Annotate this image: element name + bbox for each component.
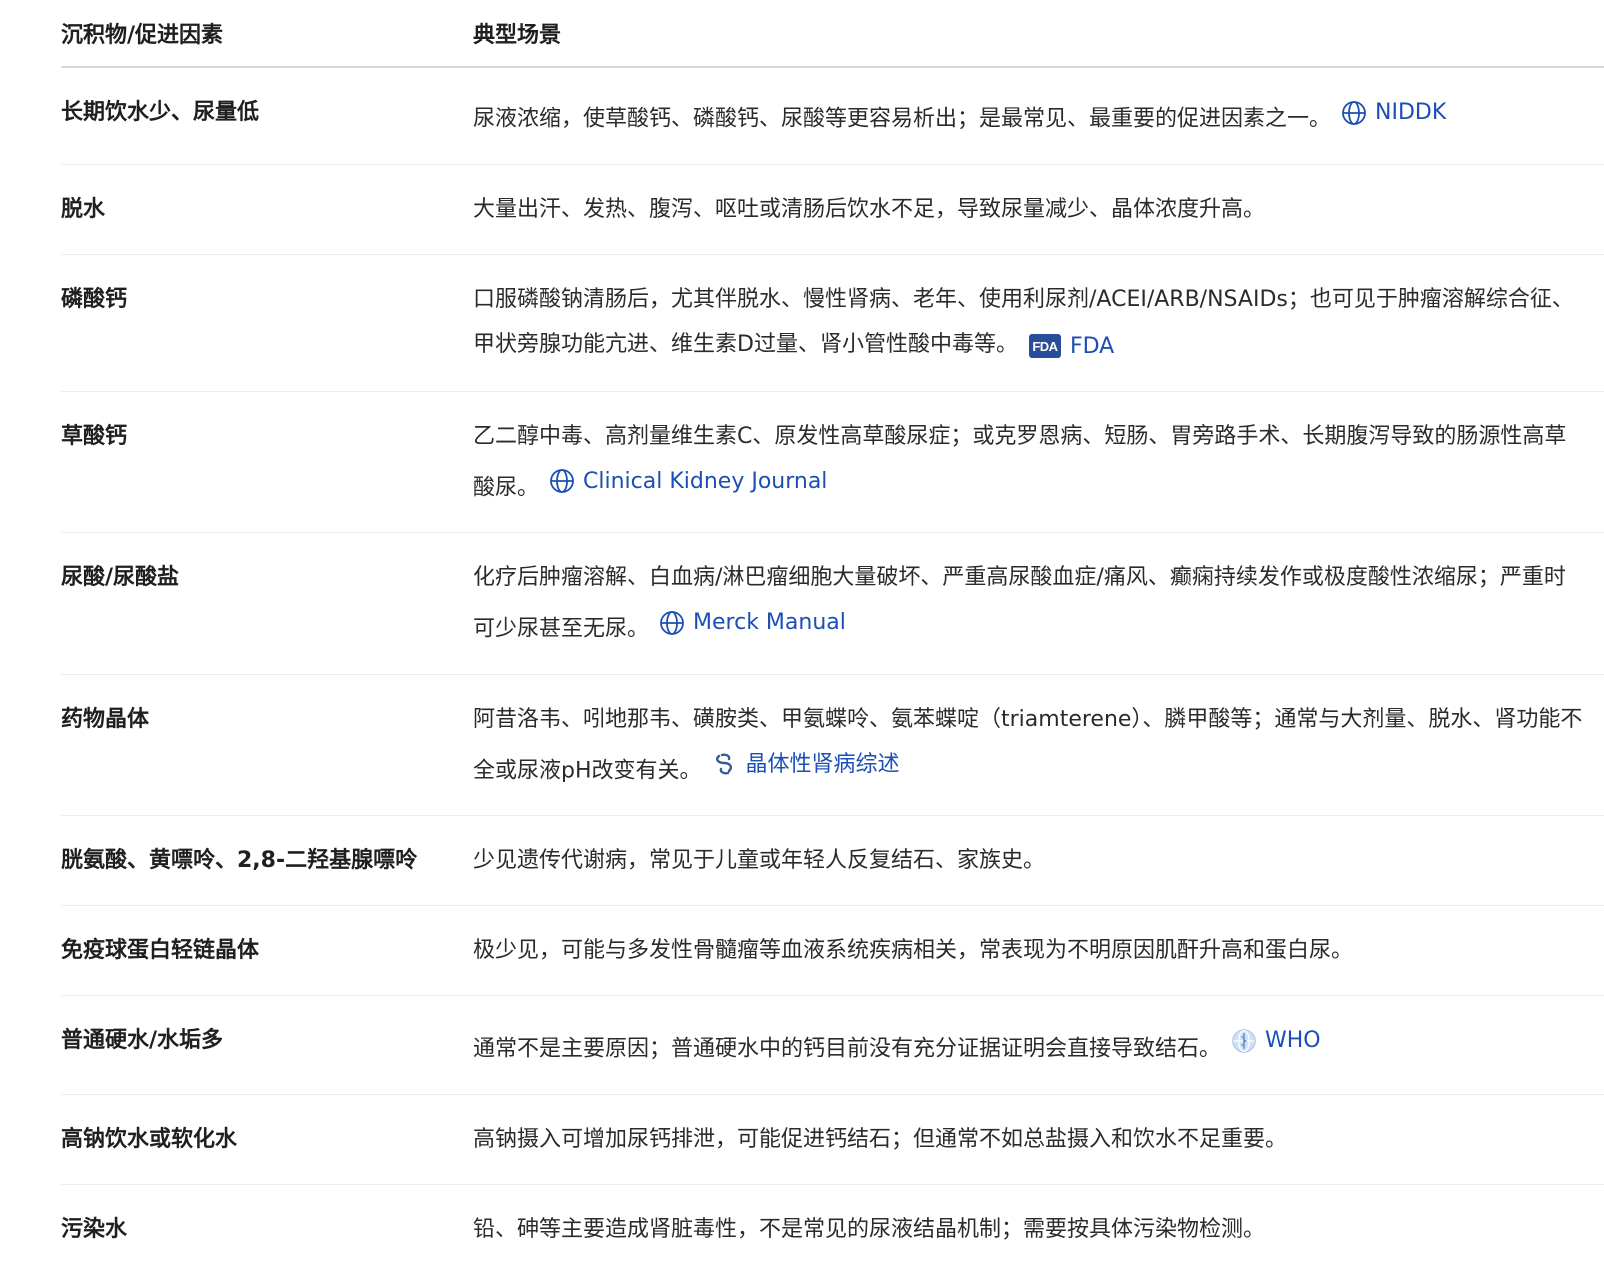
table-row: 尿酸/尿酸盐 化疗后肿瘤溶解、白血病/淋巴瘤细胞大量破坏、严重高尿酸血症/痛风、癫…	[61, 532, 1604, 675]
header-scene: 典型场景	[473, 0, 1604, 68]
fda-badge: FDA	[1028, 334, 1061, 358]
row-factor: 胱氨酸、黄嘌呤、2,8-二羟基腺嘌呤	[61, 815, 473, 906]
row-scene-cell: 化疗后肿瘤溶解、白血病/淋巴瘤细胞大量破坏、严重高尿酸血症/痛风、癫痫持续发作或…	[473, 532, 1604, 675]
row-scene: 尿液浓缩，使草酸钙、磷酸钙、尿酸等更容易析出；是最常见、最重要的促进因素之一。	[473, 106, 1332, 132]
table-row: 长期饮水少、尿量低 尿液浓缩，使草酸钙、磷酸钙、尿酸等更容易析出；是最常见、最重要…	[61, 67, 1604, 165]
row-scene-cell: 乙二醇中毒、高剂量维生素C、原发性高草酸尿症；或克罗恩病、短肠、胃旁路手术、长期…	[473, 391, 1604, 533]
row-factor: 污染水	[61, 1216, 128, 1242]
row-scene-cell: 大量出汗、发热、腹泻、呕吐或清肠后饮水不足，导致尿量减少、晶体浓度升高。	[473, 164, 1604, 255]
row-factor: 药物晶体	[61, 674, 473, 816]
crystal-factors-table: 沉积物/促进因素 典型场景 长期饮水少、尿量低 尿液浓缩，使草酸钙、磷酸钙、尿酸等…	[61, 0, 1604, 1274]
link-icon	[712, 751, 738, 777]
row-scene-cell: 极少见，可能与多发性骨髓瘤等血液系统疾病相关，常表现为不明原因肌酐升高和蛋白尿。	[473, 905, 1604, 996]
table-row: 药物晶体 阿昔洛韦、吲地那韦、磺胺类、甲氨蝶呤、氨苯蝶啶（triamterene）…	[61, 674, 1604, 816]
row-scene: 大量出汗、发热、腹泻、呕吐或清肠后饮水不足，导致尿量减少、晶体浓度升高。	[473, 196, 1266, 222]
row-scene-cell: 尿液浓缩，使草酸钙、磷酸钙、尿酸等更容易析出；是最常见、最重要的促进因素之一。 N…	[473, 67, 1604, 165]
row-factor: 高钠饮水或软化水	[61, 1094, 473, 1185]
row-scene: 通常不是主要原因；普通硬水中的钙目前没有充分证据证明会直接导致结石。	[473, 1036, 1222, 1062]
row-scene: 高钠摄入可增加尿钙排泄，可能促进钙结石；但通常不如总盐摄入和饮水不足重要。	[473, 1126, 1288, 1152]
row-factor: 脱水	[61, 164, 473, 255]
table-body: 长期饮水少、尿量低 尿液浓缩，使草酸钙、磷酸钙、尿酸等更容易析出；是最常见、最重要…	[61, 67, 1604, 1274]
row-scene-cell: 少见遗传代谢病，常见于儿童或年轻人反复结石、家族史。	[473, 815, 1604, 906]
row-scene-cell: 口服磷酸钠清肠后，尤其伴脱水、慢性肾病、老年、使用利尿剂/ACEI/ARB/NS…	[473, 254, 1604, 392]
source-link-label: FDA	[1069, 333, 1115, 359]
source-link[interactable]: Clinical Kidney Journal	[549, 459, 827, 504]
source-link-label: Clinical Kidney Journal	[583, 468, 828, 494]
row-factor: 普通硬水/水垢多	[61, 995, 473, 1095]
table-row: 草酸钙 乙二醇中毒、高剂量维生素C、原发性高草酸尿症；或克罗恩病、短肠、胃旁路手术…	[61, 391, 1604, 533]
table-row: 脱水 大量出汗、发热、腹泻、呕吐或清肠后饮水不足，导致尿量减少、晶体浓度升高。	[61, 164, 1604, 255]
row-scene: 口服磷酸钠清肠后，尤其伴脱水、慢性肾病、老年、使用利尿剂/ACEI/ARB/NS…	[473, 286, 1574, 357]
source-link[interactable]: FDA FDA	[1028, 324, 1114, 369]
table-header-row: 沉积物/促进因素 典型场景	[61, 0, 1604, 68]
row-scene-cell: 阿昔洛韦、吲地那韦、磺胺类、甲氨蝶呤、氨苯蝶啶（triamterene）、膦甲酸…	[473, 674, 1604, 816]
globe-icon	[659, 610, 685, 636]
row-factor: 长期饮水少、尿量低	[61, 67, 473, 165]
header-factor: 沉积物/促进因素	[61, 0, 473, 68]
source-link-label: NIDDK	[1375, 100, 1447, 125]
table-row: 污染水 铅、砷等主要造成肾脏毒性，不是常见的尿液结晶机制；需要按具体污染物检测。	[61, 1184, 1604, 1274]
fda-icon: FDA	[1028, 333, 1062, 359]
row-scene: 化疗后肿瘤溶解、白血病/淋巴瘤细胞大量破坏、严重高尿酸血症/痛风、癫痫持续发作或…	[473, 565, 1566, 642]
source-link[interactable]: NIDDK	[1341, 90, 1446, 135]
source-link[interactable]: 晶体性肾病综述	[712, 742, 900, 787]
table-row: 免疫球蛋白轻链晶体 极少见，可能与多发性骨髓瘤等血液系统疾病相关，常表现为不明原因…	[61, 905, 1604, 996]
source-link-label: 晶体性肾病综述	[745, 751, 900, 777]
source-link-label: WHO	[1265, 1028, 1321, 1053]
row-factor: 草酸钙	[61, 391, 473, 533]
source-link-label: Merck Manual	[693, 610, 846, 635]
table-row: 高钠饮水或软化水 高钠摄入可增加尿钙排泄，可能促进钙结石；但通常不如总盐摄入和饮水…	[61, 1094, 1604, 1185]
row-factor: 免疫球蛋白轻链晶体	[61, 905, 473, 996]
row-scene: 铅、砷等主要造成肾脏毒性，不是常见的尿液结晶机制；需要按具体污染物检测。	[473, 1216, 1266, 1242]
row-scene: 少见遗传代谢病，常见于儿童或年轻人反复结石、家族史。	[473, 848, 1046, 873]
table-row: 胱氨酸、黄嘌呤、2,8-二羟基腺嘌呤 少见遗传代谢病，常见于儿童或年轻人反复结石、…	[61, 815, 1604, 906]
row-scene: 极少见，可能与多发性骨髓瘤等血液系统疾病相关，常表现为不明原因肌酐升高和蛋白尿。	[473, 938, 1354, 963]
source-link[interactable]: Merck Manual	[659, 600, 846, 645]
crystal-factors-table-wrapper: 沉积物/促进因素 典型场景 长期饮水少、尿量低 尿液浓缩，使草酸钙、磷酸钙、尿酸等…	[61, 0, 1604, 1274]
table-row: 普通硬水/水垢多 通常不是主要原因；普通硬水中的钙目前没有充分证据证明会直接导致结…	[61, 995, 1604, 1095]
globe-icon	[549, 468, 575, 494]
globe-icon	[1341, 100, 1367, 126]
source-link[interactable]: WHO	[1231, 1018, 1321, 1063]
row-scene: 阿昔洛韦、吲地那韦、磺胺类、甲氨蝶呤、氨苯蝶啶（triamterene）、膦甲酸…	[473, 706, 1583, 784]
row-scene-cell: 高钠摄入可增加尿钙排泄，可能促进钙结石；但通常不如总盐摄入和饮水不足重要。	[473, 1094, 1604, 1185]
row-scene-cell: 铅、砷等主要造成肾脏毒性，不是常见的尿液结晶机制；需要按具体污染物检测。	[473, 1184, 1604, 1274]
row-scene-cell: 通常不是主要原因；普通硬水中的钙目前没有充分证据证明会直接导致结石。 WHO	[473, 995, 1604, 1095]
row-factor: 尿酸/尿酸盐	[61, 532, 473, 675]
row-factor: 磷酸钙	[61, 254, 473, 392]
who-icon	[1231, 1028, 1257, 1054]
table-row: 磷酸钙 口服磷酸钠清肠后，尤其伴脱水、慢性肾病、老年、使用利尿剂/ACEI/ARB…	[61, 254, 1604, 392]
